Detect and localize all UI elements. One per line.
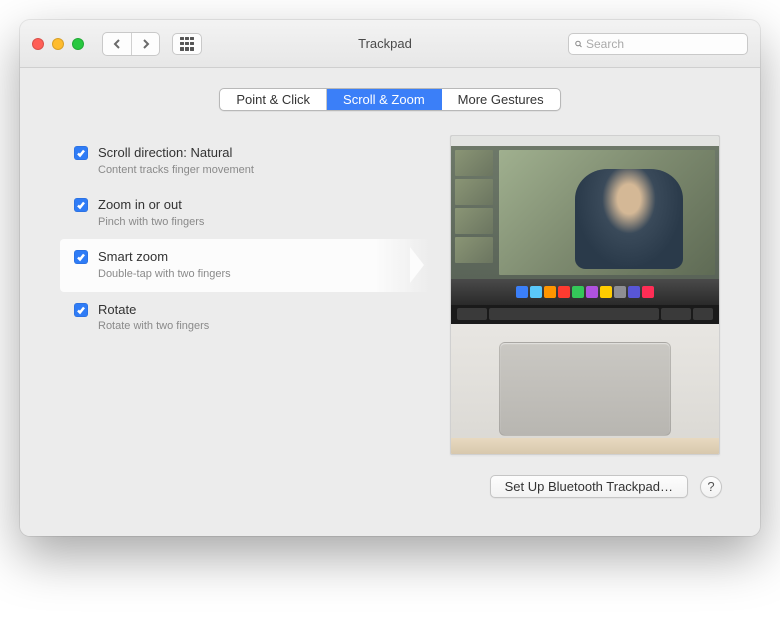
dock-icon — [614, 286, 626, 298]
option-text: Smart zoom Double-tap with two fingers — [98, 249, 416, 281]
dock-icon — [572, 286, 584, 298]
option-description: Double-tap with two fingers — [98, 267, 416, 281]
show-all-button[interactable] — [172, 33, 202, 55]
checkbox-zoom[interactable] — [74, 198, 88, 212]
preview-photo — [499, 150, 715, 275]
option-scroll-direction[interactable]: Scroll direction: Natural Content tracks… — [60, 135, 430, 187]
touchbar-item — [661, 308, 691, 320]
preview-thumbnail — [455, 237, 493, 263]
titlebar: Trackpad — [20, 20, 760, 68]
footer: Set Up Bluetooth Trackpad… ? — [20, 455, 760, 516]
option-text: Scroll direction: Natural Content tracks… — [98, 145, 416, 177]
dock-icon — [586, 286, 598, 298]
segmented-control: Point & Click Scroll & Zoom More Gesture… — [219, 88, 560, 111]
gesture-preview — [450, 135, 720, 455]
preview-person — [575, 169, 683, 269]
checkmark-icon — [76, 252, 86, 262]
back-button[interactable] — [103, 33, 131, 55]
setup-bluetooth-button[interactable]: Set Up Bluetooth Trackpad… — [490, 475, 688, 498]
preview-touchbar — [451, 305, 719, 324]
tab-more-gestures[interactable]: More Gestures — [442, 89, 560, 110]
option-label: Zoom in or out — [98, 197, 416, 214]
checkmark-icon — [76, 305, 86, 315]
dock-icon — [628, 286, 640, 298]
preview-thumbnail — [455, 208, 493, 234]
help-button[interactable]: ? — [700, 476, 722, 498]
option-description: Rotate with two fingers — [98, 319, 416, 333]
dock-icon — [600, 286, 612, 298]
checkmark-icon — [76, 200, 86, 210]
option-zoom[interactable]: Zoom in or out Pinch with two fingers — [60, 187, 430, 239]
option-description: Pinch with two fingers — [98, 215, 416, 229]
touchbar-item — [457, 308, 487, 320]
grid-icon — [180, 37, 194, 51]
preview-thumbnail — [455, 179, 493, 205]
preview-trackpad — [499, 342, 671, 436]
checkbox-smart-zoom[interactable] — [74, 250, 88, 264]
checkmark-icon — [76, 148, 86, 158]
option-rotate[interactable]: Rotate Rotate with two fingers — [60, 292, 430, 344]
preview-thumbnail — [455, 150, 493, 176]
chevron-right-icon — [141, 39, 151, 49]
dock-icon — [558, 286, 570, 298]
preview-dock — [451, 279, 719, 304]
touchbar-item — [489, 308, 659, 320]
tab-scroll-zoom[interactable]: Scroll & Zoom — [327, 89, 442, 110]
dock-icon — [544, 286, 556, 298]
nav-buttons — [102, 32, 160, 56]
preview-sidebar — [455, 150, 493, 275]
option-text: Zoom in or out Pinch with two fingers — [98, 197, 416, 229]
window-title: Trackpad — [210, 36, 560, 51]
preview-desk — [451, 438, 719, 454]
checkbox-scroll-direction[interactable] — [74, 146, 88, 160]
dock-icon — [530, 286, 542, 298]
preview-menubar — [451, 136, 719, 146]
traffic-lights — [32, 38, 84, 50]
dock-icon — [516, 286, 528, 298]
option-text: Rotate Rotate with two fingers — [98, 302, 416, 334]
search-field[interactable] — [568, 33, 748, 55]
option-smart-zoom[interactable]: Smart zoom Double-tap with two fingers — [60, 239, 430, 291]
option-label: Scroll direction: Natural — [98, 145, 416, 162]
tab-point-click[interactable]: Point & Click — [220, 89, 327, 110]
zoom-button[interactable] — [72, 38, 84, 50]
option-label: Rotate — [98, 302, 416, 319]
close-button[interactable] — [32, 38, 44, 50]
checkbox-rotate[interactable] — [74, 303, 88, 317]
content-area: Point & Click Scroll & Zoom More Gesture… — [20, 68, 760, 536]
options-list: Scroll direction: Natural Content tracks… — [60, 135, 430, 455]
main-area: Scroll direction: Natural Content tracks… — [20, 135, 760, 455]
chevron-left-icon — [112, 39, 122, 49]
touchbar-item — [693, 308, 713, 320]
option-label: Smart zoom — [98, 249, 416, 266]
tab-bar: Point & Click Scroll & Zoom More Gesture… — [20, 88, 760, 111]
forward-button[interactable] — [131, 33, 159, 55]
minimize-button[interactable] — [52, 38, 64, 50]
preview-trackpad-area — [451, 324, 719, 454]
preview-screen — [451, 136, 719, 279]
dock-icon — [642, 286, 654, 298]
search-input[interactable] — [586, 37, 741, 51]
search-icon — [575, 38, 582, 50]
preferences-window: Trackpad Point & Click Scroll & Zoom Mor… — [20, 20, 760, 536]
option-description: Content tracks finger movement — [98, 163, 416, 177]
